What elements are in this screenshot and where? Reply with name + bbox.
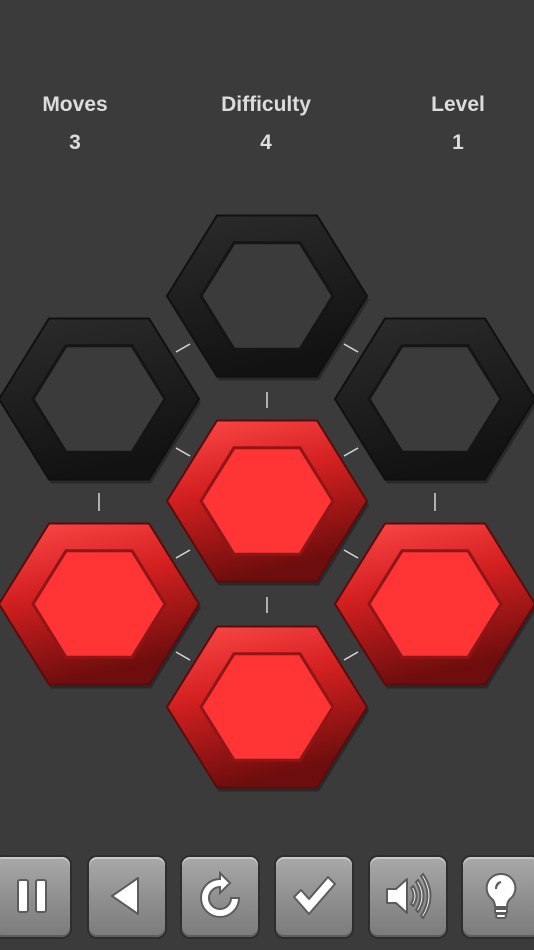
connector-line	[343, 343, 359, 353]
connector-line	[343, 447, 359, 457]
connector-line	[175, 343, 191, 353]
hex-tile-bottom[interactable]	[165, 625, 369, 792]
speaker-icon	[386, 872, 432, 920]
check-button[interactable]	[276, 857, 352, 937]
hex-tile-lower-right[interactable]	[333, 522, 534, 689]
toolbar	[0, 857, 534, 937]
connector-line	[175, 549, 191, 559]
lightbulb-icon	[485, 872, 517, 919]
pause-button[interactable]	[0, 857, 70, 937]
hex-tile-lower-left[interactable]	[0, 522, 201, 689]
restart-icon	[200, 871, 241, 918]
restart-button[interactable]	[182, 857, 258, 937]
hex-tile-center[interactable]	[165, 419, 369, 586]
sound-button[interactable]	[370, 857, 446, 937]
checkmark-icon	[293, 876, 336, 915]
hex-tile-top[interactable]	[165, 214, 369, 381]
connector-line	[175, 447, 191, 457]
connector-line	[175, 651, 191, 661]
back-arrow-icon	[111, 877, 139, 915]
hex-tile-upper-left[interactable]	[0, 317, 201, 484]
hint-button[interactable]	[463, 857, 534, 937]
hex-tile-upper-right[interactable]	[333, 317, 534, 484]
hex-tiles	[0, 214, 534, 792]
connector-line	[343, 549, 359, 559]
game-screen: Moves 3 Difficulty 4 Level 1	[0, 0, 534, 950]
hex-board	[0, 214, 534, 792]
back-button[interactable]	[89, 857, 165, 937]
pause-icon	[17, 879, 47, 913]
connector-line	[343, 651, 359, 661]
